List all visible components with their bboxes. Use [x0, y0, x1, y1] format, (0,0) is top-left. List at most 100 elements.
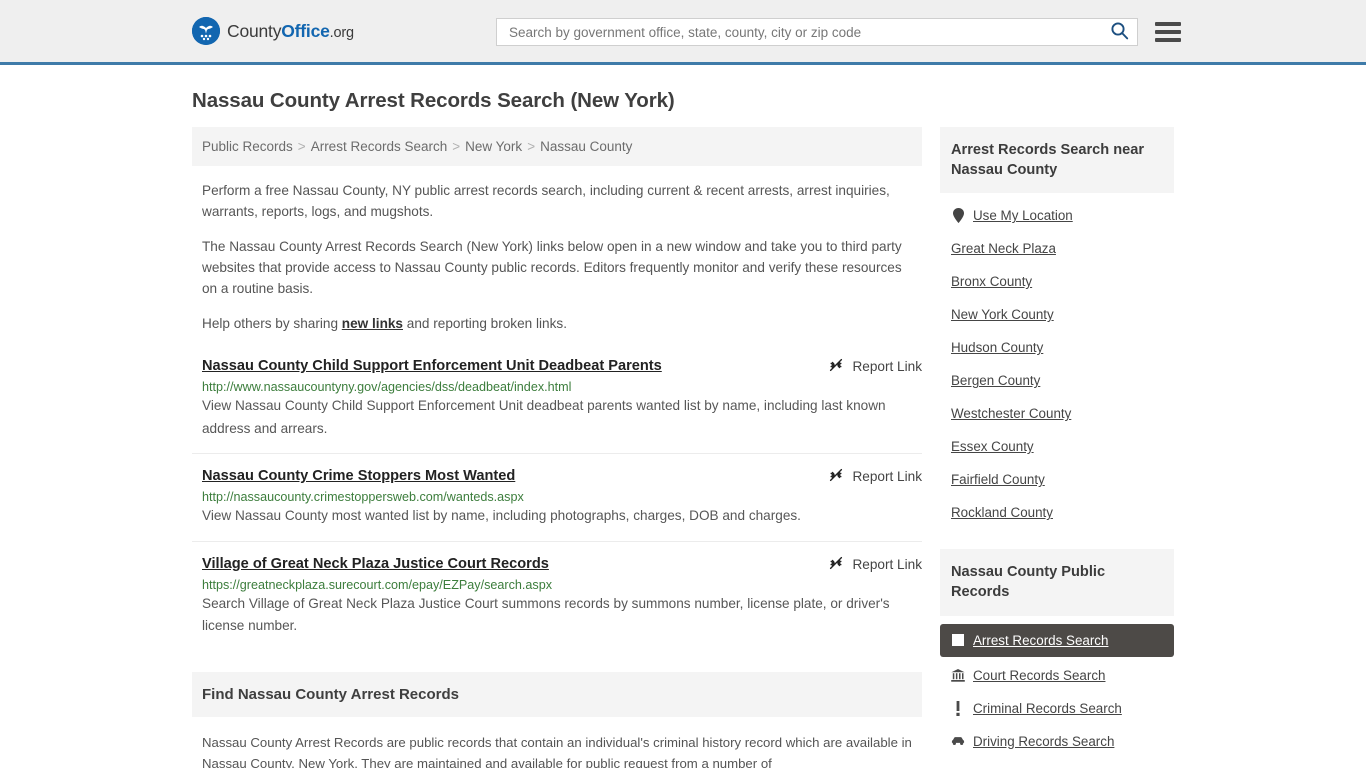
sidebar-item-new-york-county[interactable]: New York County [940, 298, 1174, 331]
result-url: http://www.nassaucountyny.gov/agencies/d… [202, 379, 572, 394]
hamburger-bar-3 [1155, 38, 1181, 42]
find-records-heading: Find Nassau County Arrest Records [192, 671, 922, 717]
header-search-area [496, 18, 1181, 46]
logo-text-office: Office [281, 20, 330, 41]
report-link-label: Report Link [852, 469, 922, 485]
result-url: https://greatneckplaza.surecourt.com/epa… [202, 577, 552, 592]
sidebar-item-label: Bronx County [951, 274, 1033, 290]
public-records-section: Nassau County Public Records Arrest Reco… [940, 549, 1174, 757]
sidebar-item-label: Court Records Search [973, 667, 1106, 683]
result-item: Village of Great Neck Plaza Justice Cour… [192, 555, 922, 651]
site-header: CountyOffice.org [0, 0, 1366, 65]
sidebar-item-bronx-county[interactable]: Bronx County [940, 265, 1174, 298]
sidebar-item-westchester-county[interactable]: Westchester County [940, 397, 1174, 430]
result-description: View Nassau County Child Support Enforce… [202, 397, 886, 436]
intro-paragraph-1: Perform a free Nassau County, NY public … [202, 183, 890, 219]
broken-link-icon [828, 555, 844, 574]
new-links-link[interactable]: new links [342, 316, 403, 331]
logo-text-county: County [227, 20, 282, 41]
broken-link-icon [828, 357, 844, 376]
intro-text-before-link: Help others by sharing [202, 316, 342, 332]
sidebar-item-criminal-records-search[interactable]: Criminal Records Search [940, 692, 1174, 725]
logo-wordmark: CountyOffice.org [227, 21, 354, 42]
breadcrumb-item-nassau-county[interactable]: Nassau County [540, 139, 632, 154]
sidebar-item-label: Use My Location [973, 208, 1073, 224]
results-list: Nassau County Child Support Enforcement … [192, 357, 922, 651]
sidebar-item-arrest-records-search[interactable]: Arrest Records Search [940, 623, 1174, 657]
result-title-link[interactable]: Village of Great Neck Plaza Justice Cour… [202, 555, 814, 573]
nearby-list: Use My Location Great Neck Plaza Bronx C… [940, 193, 1174, 529]
map-pin-icon [951, 208, 965, 224]
intro-paragraph-3: Help others by sharing new links and rep… [202, 314, 914, 335]
report-link-label: Report Link [852, 556, 922, 572]
sidebar-item-label: Rockland County [951, 505, 1053, 521]
sidebar-item-great-neck-plaza[interactable]: Great Neck Plaza [940, 232, 1174, 265]
intro-text-after-link: and reporting broken links. [403, 316, 567, 332]
result-description: Search Village of Great Neck Plaza Justi… [202, 595, 890, 634]
breadcrumb-separator: > [297, 139, 306, 154]
sidebar-item-bergen-county[interactable]: Bergen County [940, 364, 1174, 397]
sidebar-item-label: Westchester County [951, 406, 1072, 422]
breadcrumb-item-public-records[interactable]: Public Records [202, 139, 293, 154]
sidebar-item-label: Essex County [951, 439, 1034, 455]
site-logo[interactable]: CountyOffice.org [192, 17, 354, 45]
page-container: Nassau County Arrest Records Search (New… [0, 89, 1366, 768]
white-square-icon [951, 633, 965, 648]
sidebar-item-court-records-search[interactable]: Court Records Search [940, 659, 1174, 692]
search-icon [1110, 21, 1129, 43]
sidebar-item-label: Arrest Records Search [973, 632, 1109, 648]
result-item: Nassau County Crime Stoppers Most Wanted [192, 467, 922, 542]
report-link-button[interactable]: Report Link [828, 555, 922, 574]
sidebar-item-label: Driving Records Search [973, 733, 1115, 749]
result-title-link[interactable]: Nassau County Crime Stoppers Most Wanted [202, 467, 814, 485]
breadcrumb-item-arrest-records-search[interactable]: Arrest Records Search [311, 139, 448, 154]
exclamation-icon [951, 700, 965, 716]
public-records-list: Arrest Records Search Court Records Sear… [940, 616, 1174, 758]
hamburger-menu-icon[interactable] [1155, 22, 1181, 42]
result-header-row: Village of Great Neck Plaza Justice Cour… [202, 555, 922, 574]
report-link-button[interactable]: Report Link [828, 357, 922, 376]
page-title: Nassau County Arrest Records Search (New… [192, 89, 675, 112]
sidebar-item-label: Criminal Records Search [973, 700, 1122, 716]
breadcrumb: Public Records > Arrest Records Search > New… [192, 127, 922, 166]
breadcrumb-separator: > [527, 139, 536, 154]
search-input[interactable] [507, 23, 1108, 41]
result-url: http://nassaucounty.crimestoppersweb.com… [202, 490, 524, 505]
sidebar-item-label: Hudson County [951, 340, 1044, 356]
sidebar-item-label: Bergen County [951, 373, 1041, 389]
find-records-body: Nassau County Arrest Records are public … [202, 734, 912, 768]
main-column: Public Records > Arrest Records Search > New… [192, 127, 922, 768]
result-header-row: Nassau County Crime Stoppers Most Wanted [202, 467, 922, 486]
broken-link-icon [828, 467, 844, 486]
car-icon [951, 734, 965, 749]
hamburger-bar-1 [1155, 22, 1181, 26]
sidebar-item-label: Fairfield County [951, 472, 1045, 488]
content-columns: Public Records > Arrest Records Search > New… [192, 127, 1174, 768]
sidebar-item-label: New York County [951, 307, 1054, 323]
sidebar: Arrest Records Search near Nassau County… [940, 127, 1174, 758]
sidebar-item-rockland-county[interactable]: Rockland County [940, 496, 1174, 529]
result-title-link[interactable]: Nassau County Child Support Enforcement … [202, 357, 814, 375]
result-header-row: Nassau County Child Support Enforcement … [202, 357, 922, 376]
eagle-seal-icon [192, 17, 220, 45]
hamburger-bar-2 [1155, 30, 1181, 34]
public-records-heading: Nassau County Public Records [940, 549, 1174, 616]
courthouse-icon [951, 668, 965, 683]
sidebar-item-driving-records-search[interactable]: Driving Records Search [940, 725, 1174, 758]
sidebar-item-label: Great Neck Plaza [951, 241, 1056, 257]
result-description: View Nassau County most wanted list by n… [202, 508, 801, 524]
logo-text-org: .org [329, 24, 354, 41]
search-box[interactable] [496, 18, 1138, 46]
breadcrumb-item-new-york[interactable]: New York [465, 139, 522, 154]
report-link-button[interactable]: Report Link [828, 467, 922, 486]
sidebar-item-hudson-county[interactable]: Hudson County [940, 331, 1174, 364]
sidebar-item-fairfield-county[interactable]: Fairfield County [940, 463, 1174, 496]
search-button[interactable] [1108, 21, 1131, 43]
report-link-label: Report Link [852, 358, 922, 374]
result-item: Nassau County Child Support Enforcement … [192, 357, 922, 455]
intro-paragraph-2: The Nassau County Arrest Records Search … [202, 239, 902, 296]
sidebar-item-use-my-location[interactable]: Use My Location [940, 199, 1174, 232]
nearby-section-heading: Arrest Records Search near Nassau County [940, 127, 1174, 194]
breadcrumb-separator: > [452, 139, 461, 154]
sidebar-item-essex-county[interactable]: Essex County [940, 430, 1174, 463]
